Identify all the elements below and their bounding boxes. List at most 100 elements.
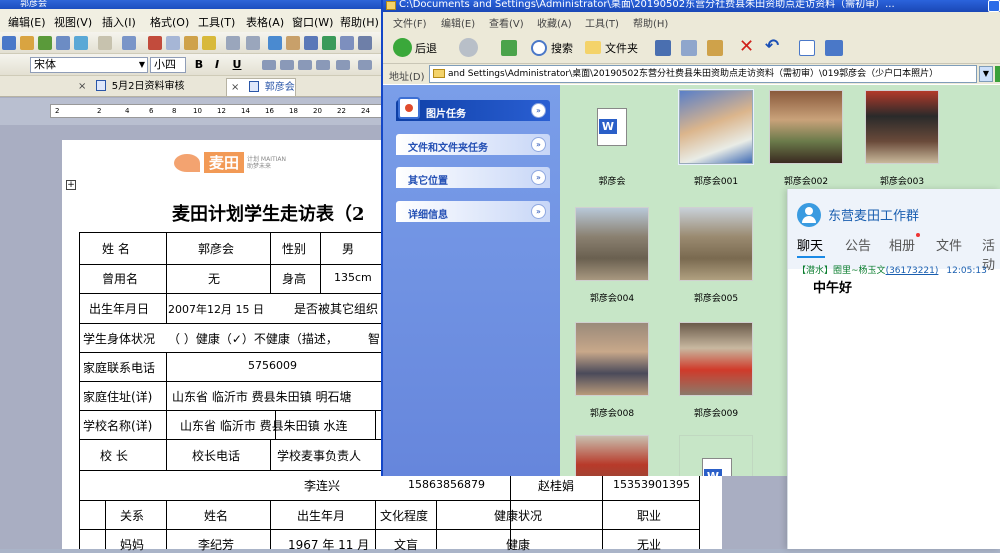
tab-album[interactable]: 相册: [889, 233, 921, 254]
chevron-icon[interactable]: »: [531, 103, 546, 118]
chevron-icon[interactable]: »: [531, 170, 546, 185]
message-sender[interactable]: 圈里~杨玉文: [833, 266, 886, 276]
align-left-icon[interactable]: [262, 60, 276, 70]
address-input[interactable]: and Settings\Administrator\桌面\20190502东营…: [429, 65, 977, 83]
redo-icon[interactable]: [246, 36, 260, 50]
menu-view[interactable]: 视图(V): [54, 14, 92, 30]
copy-icon[interactable]: [681, 40, 697, 56]
align-center-icon[interactable]: [280, 60, 294, 70]
tab-chat[interactable]: 聊天: [797, 235, 823, 254]
undo-icon[interactable]: [226, 36, 240, 50]
research-icon[interactable]: [122, 36, 136, 50]
drawing-icon[interactable]: [358, 36, 372, 50]
chevron-icon[interactable]: »: [531, 204, 546, 219]
underline-button[interactable]: U: [230, 58, 244, 71]
excel-icon[interactable]: [322, 36, 336, 50]
panel-details[interactable]: 详细信息 »: [396, 201, 550, 222]
numbering-icon[interactable]: [358, 60, 372, 70]
copy-icon[interactable]: [166, 36, 180, 50]
views-icon[interactable]: [825, 40, 843, 56]
search-icon[interactable]: [531, 40, 547, 56]
menu-file[interactable]: 文件(F): [393, 15, 427, 30]
name-value[interactable]: 郭彦会: [198, 240, 234, 257]
panel-file-folder-tasks[interactable]: 文件和文件夹任务 »: [396, 134, 550, 155]
contact2-name[interactable]: 赵桂娟: [538, 477, 574, 494]
back-button[interactable]: 后退: [415, 40, 437, 56]
tab-files[interactable]: 文件: [936, 235, 962, 254]
contact2-phone[interactable]: 15353901395: [613, 478, 690, 491]
chevron-icon[interactable]: »: [531, 137, 546, 152]
delete-icon[interactable]: ✕: [739, 36, 754, 57]
family-name[interactable]: 李纪芳: [198, 536, 234, 553]
menu-help[interactable]: 帮助(H): [633, 15, 668, 30]
former-name-value[interactable]: 无: [208, 270, 220, 287]
chevron-down-icon[interactable]: ▼: [979, 66, 993, 82]
print-preview-icon[interactable]: [74, 36, 88, 50]
menu-edit[interactable]: 编辑(E): [8, 14, 46, 30]
permission-icon[interactable]: [38, 36, 52, 50]
paste-icon[interactable]: [707, 40, 723, 56]
folders-icon[interactable]: [585, 41, 601, 54]
paste-icon[interactable]: [184, 36, 198, 50]
back-arrow-icon[interactable]: [393, 38, 412, 57]
panel-picture-tasks[interactable]: 图片任务 »: [396, 97, 550, 121]
cut-icon[interactable]: [655, 40, 671, 56]
columns-icon[interactable]: [340, 36, 354, 50]
print-icon[interactable]: [56, 36, 70, 50]
properties-icon[interactable]: [799, 40, 815, 56]
menu-table[interactable]: 表格(A): [246, 14, 284, 30]
format-painter-icon[interactable]: [202, 36, 216, 50]
family-job[interactable]: 无业: [637, 536, 661, 553]
align-right-icon[interactable]: [298, 60, 312, 70]
family-health[interactable]: 健康: [506, 536, 530, 553]
font-size-combo[interactable]: 小四: [150, 57, 186, 73]
address-value[interactable]: 山东省 临沂市 费县朱田镇 明石塘: [172, 388, 351, 405]
line-spacing-icon[interactable]: [336, 60, 350, 70]
family-relation[interactable]: 妈妈: [120, 536, 144, 553]
menu-favorites[interactable]: 收藏(A): [537, 15, 572, 30]
health-value[interactable]: （ ）健康（✓）不健康（描述，: [168, 330, 338, 347]
forward-arrow-icon[interactable]: [459, 38, 478, 57]
minimize-button[interactable]: [988, 0, 1000, 12]
cut-icon[interactable]: [148, 36, 162, 50]
tables-icon[interactable]: [286, 36, 300, 50]
menu-help[interactable]: 帮助(H): [340, 14, 379, 30]
bold-button[interactable]: B: [192, 58, 206, 71]
hyperlink-icon[interactable]: [268, 36, 282, 50]
panel-other-places[interactable]: 其它位置 »: [396, 167, 550, 188]
menu-window[interactable]: 窗口(W): [292, 14, 333, 30]
italic-button[interactable]: I: [210, 58, 224, 71]
menu-edit[interactable]: 编辑(E): [441, 15, 475, 30]
ruler-strip[interactable]: 2 2 4 6 8 10 12 14 16 18 20 22 24: [50, 104, 390, 118]
tab-guo-yanhui[interactable]: × 郭彦会: [226, 78, 296, 96]
contact1-phone[interactable]: 15863856879: [408, 478, 485, 491]
font-name-combo[interactable]: 宋体 ▼: [30, 57, 148, 73]
tab-5-2-review[interactable]: × 5月2日资料审核: [74, 78, 185, 96]
menu-insert[interactable]: 插入(I): [102, 14, 136, 30]
undo-icon[interactable]: ↶: [765, 36, 779, 56]
up-folder-icon[interactable]: [501, 40, 517, 56]
menu-view[interactable]: 查看(V): [489, 15, 524, 30]
birth-value[interactable]: 2007年12月 15 日: [168, 301, 264, 317]
open-icon[interactable]: [2, 36, 16, 50]
sender-qq-number[interactable]: (36173221): [886, 266, 939, 276]
folders-button[interactable]: 文件夹: [605, 40, 638, 56]
go-button[interactable]: [995, 66, 1000, 82]
group-avatar-icon[interactable]: [797, 203, 821, 227]
insert-table-icon[interactable]: [304, 36, 318, 50]
close-icon[interactable]: ×: [78, 81, 86, 92]
tab-announcement[interactable]: 公告: [845, 235, 871, 254]
phone-value[interactable]: 5756009: [248, 359, 297, 372]
group-name[interactable]: 东营麦田工作群: [828, 205, 919, 224]
menu-format[interactable]: 格式(O): [150, 14, 189, 30]
school-value[interactable]: 山东省 临沂市 费县朱田镇 水连: [180, 417, 347, 434]
contact1-name[interactable]: 李连兴: [304, 477, 340, 494]
justify-icon[interactable]: [316, 60, 330, 70]
search-button[interactable]: 搜索: [551, 40, 573, 56]
family-education[interactable]: 文盲: [394, 536, 418, 553]
close-icon[interactable]: ×: [231, 82, 239, 93]
menu-tools[interactable]: 工具(T): [198, 14, 235, 30]
height-value[interactable]: 135cm: [334, 271, 372, 284]
table-move-handle[interactable]: +: [66, 180, 76, 190]
family-birth[interactable]: 1967 年 11 月: [288, 536, 369, 553]
